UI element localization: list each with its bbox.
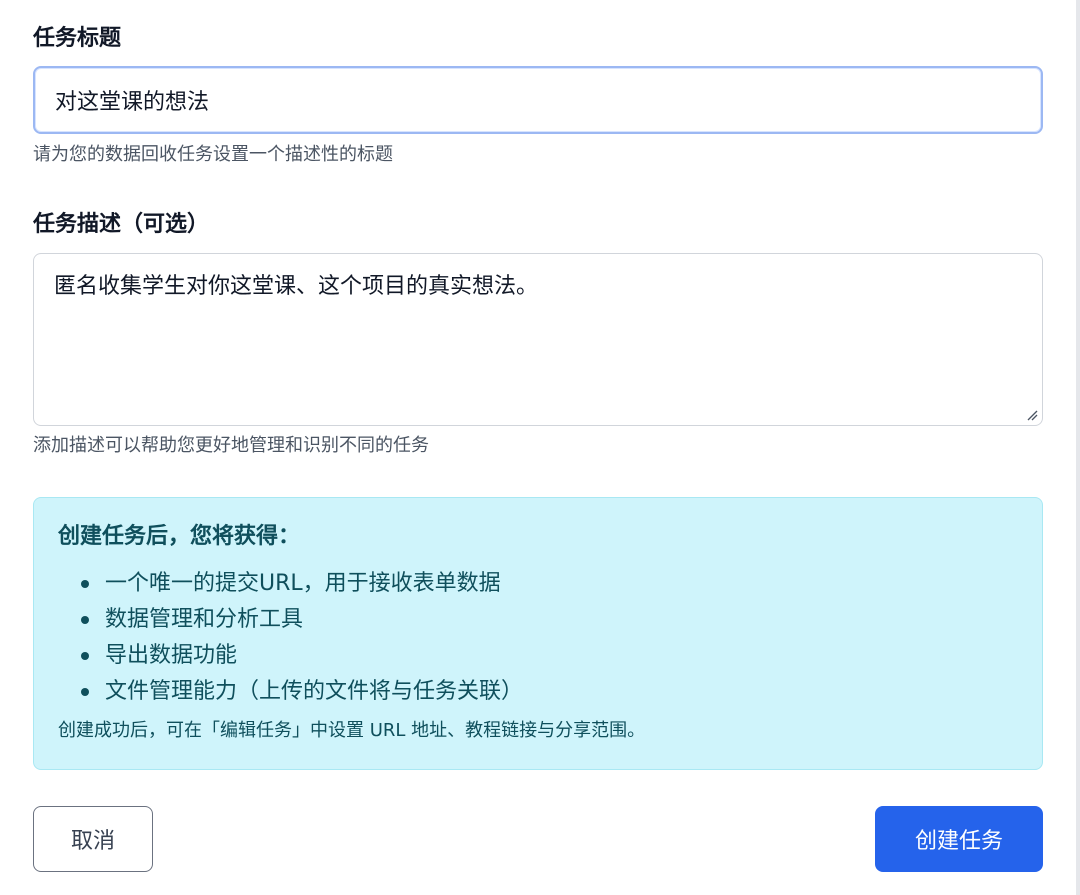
bullet-icon [81,616,89,624]
title-label: 任务标题 [33,26,122,51]
description-help-text: 添加描述可以帮助您更好地管理和识别不同的任务 [33,435,429,456]
cancel-button[interactable]: 取消 [33,806,153,872]
resize-handle-icon[interactable] [1026,409,1038,421]
title-help-text: 请为您的数据回收任务设置一个描述性的标题 [33,144,393,165]
bullet-icon [81,652,89,660]
task-benefits-info-box: 创建任务后，您将获得： 一个唯一的提交URL，用于接收表单数据 数据管理和分析工… [33,497,1043,770]
list-item: 一个唯一的提交URL，用于接收表单数据 [58,566,523,602]
page-scrollbar[interactable] [1076,0,1080,895]
list-item: 数据管理和分析工具 [58,602,523,638]
task-description-textarea[interactable]: 匿名收集学生对你这堂课、这个项目的真实想法。 [33,253,1043,426]
list-item: 导出数据功能 [58,638,523,674]
info-note: 创建成功后，可在「编辑任务」中设置 URL 地址、教程链接与分享范围。 [58,720,646,741]
list-item-text: 数据管理和分析工具 [105,607,304,632]
info-heading: 创建任务后，您将获得： [58,524,301,549]
bullet-icon [81,580,89,588]
bullet-icon [81,688,89,696]
list-item-text: 文件管理能力（上传的文件将与任务关联） [105,679,524,704]
create-task-form: 任务标题 请为您的数据回收任务设置一个描述性的标题 任务描述（可选） 匿名收集学… [0,0,1080,895]
list-item-text: 导出数据功能 [105,643,238,668]
create-task-button[interactable]: 创建任务 [875,806,1043,872]
benefits-list: 一个唯一的提交URL，用于接收表单数据 数据管理和分析工具 导出数据功能 文件管… [58,566,523,710]
description-label: 任务描述（可选） [33,212,210,237]
task-title-input[interactable] [33,66,1043,134]
list-item: 文件管理能力（上传的文件将与任务关联） [58,674,523,710]
list-item-text: 一个唯一的提交URL，用于接收表单数据 [105,571,501,596]
